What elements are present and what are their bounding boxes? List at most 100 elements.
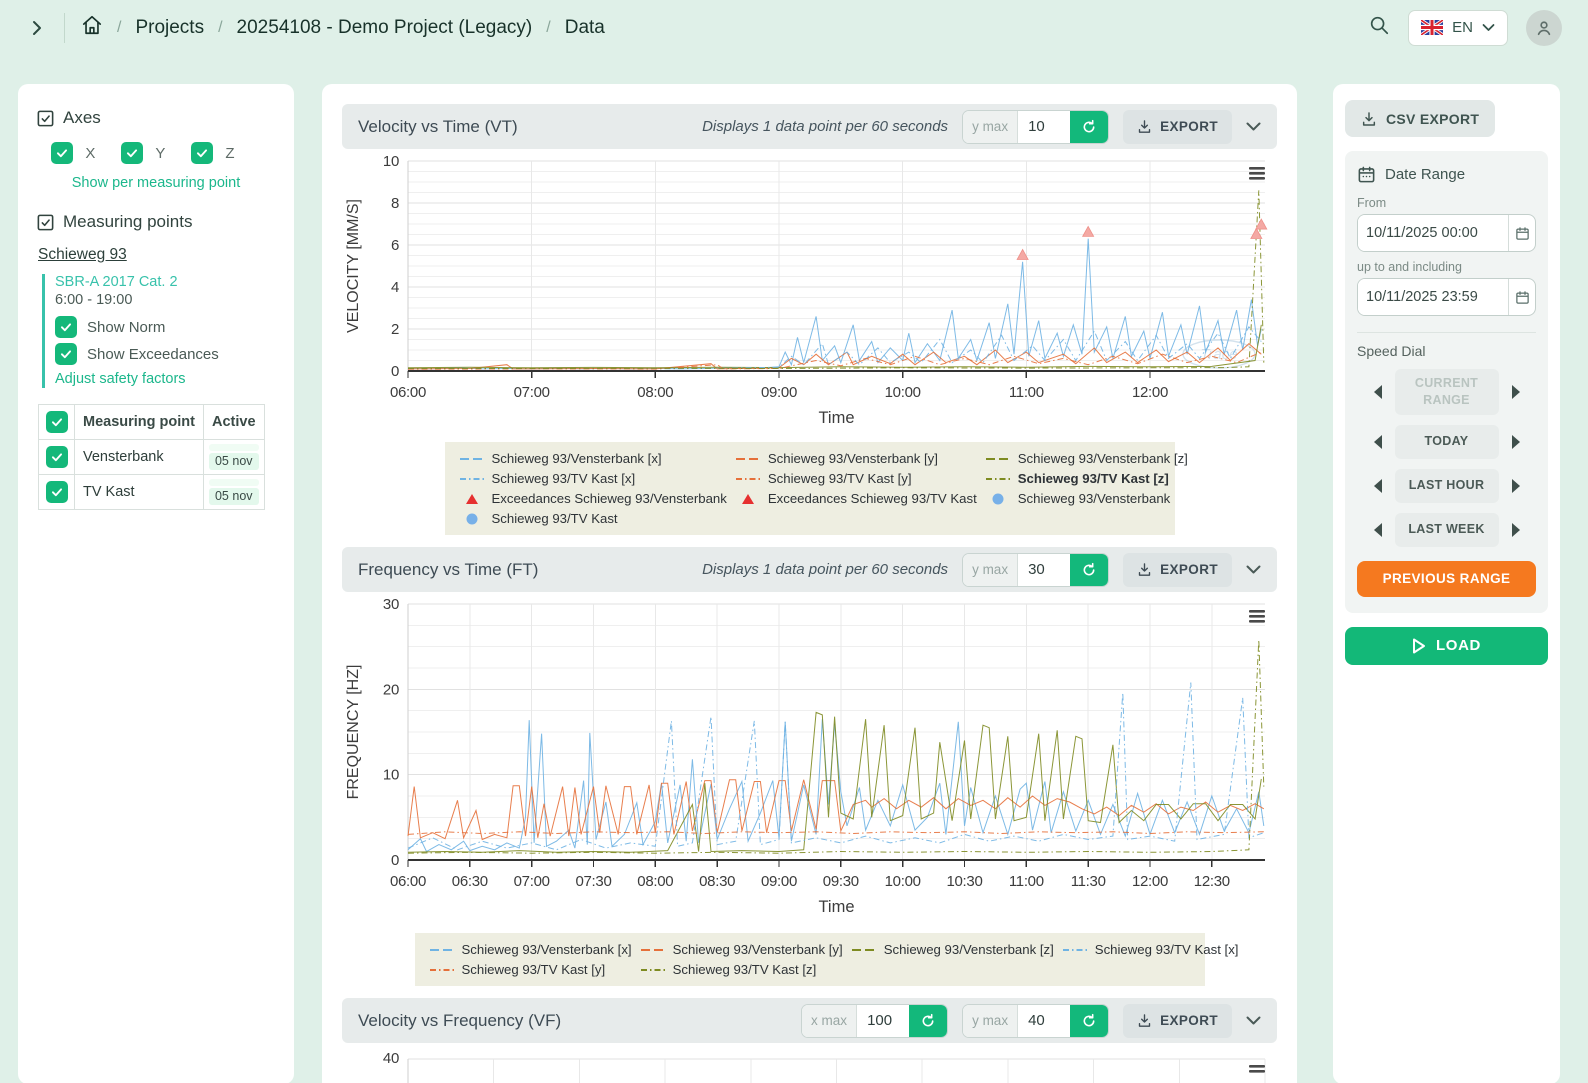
- csv-export-button[interactable]: CSV EXPORT: [1345, 100, 1496, 137]
- measuring-group-name[interactable]: Schieweg 93: [38, 246, 276, 264]
- vf-export-button[interactable]: EXPORT: [1123, 1003, 1232, 1038]
- series-line[interactable]: [407, 326, 1262, 370]
- speed-dial-next-arrow[interactable]: [1511, 384, 1520, 399]
- x-tick-label: 09:00: [761, 384, 797, 401]
- y-tick-label: 10: [383, 767, 399, 784]
- speed-dial-next-arrow[interactable]: [1511, 478, 1520, 493]
- legend-item[interactable]: Schieweg 93/TV Kast [z]: [985, 471, 1188, 486]
- vf-xmax-refresh-button[interactable]: [909, 1004, 948, 1037]
- legend-item[interactable]: Schieweg 93/Vensterbank: [985, 491, 1188, 506]
- from-datetime-input[interactable]: [1358, 215, 1509, 251]
- y-tick-label: 40: [383, 1050, 399, 1067]
- speed-dial-button-last-hour[interactable]: LAST HOUR: [1394, 468, 1499, 503]
- x-tick-label: 12:00: [1132, 384, 1168, 401]
- vf-ymax-input[interactable]: [1018, 1004, 1071, 1037]
- series-line[interactable]: [407, 238, 1262, 370]
- search-icon[interactable]: [1368, 14, 1390, 41]
- from-label: From: [1357, 196, 1387, 210]
- download-icon: [1362, 111, 1376, 126]
- measuring-point-name: TV Kast: [74, 474, 204, 510]
- speed-dial-prev-arrow[interactable]: [1373, 434, 1382, 449]
- vt-ymax-refresh-button[interactable]: [1070, 110, 1109, 143]
- vt-collapse-button[interactable]: [1246, 122, 1261, 132]
- active-cell[interactable]: 05 nov: [202, 439, 265, 475]
- x-tick-label: 12:30: [1194, 873, 1230, 890]
- legend-item[interactable]: Schieweg 93/Vensterbank [y]: [735, 451, 977, 466]
- legend-item[interactable]: Schieweg 93/Vensterbank [x]: [429, 942, 632, 957]
- ft-export-button[interactable]: EXPORT: [1123, 552, 1232, 587]
- ft-ymax-input[interactable]: [1018, 553, 1071, 586]
- breadcrumb-item-2[interactable]: 20254108 - Demo Project (Legacy): [237, 17, 533, 39]
- chart-context-menu-button[interactable]: [1249, 167, 1265, 180]
- row-checkbox[interactable]: [45, 481, 68, 503]
- legend-item[interactable]: Schieweg 93/Vensterbank [z]: [851, 942, 1054, 957]
- measuring-points-title: Measuring points: [63, 212, 193, 231]
- active-cell[interactable]: 05 nov: [202, 474, 265, 510]
- axis-checkbox-x[interactable]: [51, 142, 74, 164]
- exceedance-marker[interactable]: [1081, 225, 1095, 237]
- breadcrumb-item-3[interactable]: Data: [565, 17, 605, 39]
- vf-ymax-refresh-button[interactable]: [1070, 1004, 1109, 1037]
- speed-dial-prev-arrow[interactable]: [1373, 384, 1382, 399]
- to-datetime-input[interactable]: [1358, 279, 1509, 315]
- show-exceedances-label: Show Exceedances: [87, 345, 219, 363]
- x-tick-label: 06:00: [390, 384, 426, 401]
- breadcrumb-item-1[interactable]: Projects: [135, 17, 204, 39]
- vf-xmax-input[interactable]: [857, 1004, 910, 1037]
- speed-dial-prev-arrow[interactable]: [1373, 478, 1382, 493]
- speed-dial-button-today[interactable]: TODAY: [1394, 424, 1499, 459]
- ft-ymax-refresh-button[interactable]: [1070, 553, 1109, 586]
- legend-item[interactable]: Schieweg 93/TV Kast [y]: [429, 962, 632, 977]
- legend-item[interactable]: Schieweg 93/Vensterbank [x]: [459, 451, 727, 466]
- axes-section-header: Axes: [36, 108, 276, 128]
- sidebar-expand-button[interactable]: [24, 15, 50, 41]
- speed-dial-next-arrow[interactable]: [1511, 522, 1520, 537]
- language-selector[interactable]: EN: [1408, 9, 1508, 46]
- speed-dial-next-arrow[interactable]: [1511, 434, 1520, 449]
- row-checkbox[interactable]: [45, 446, 68, 468]
- series-line[interactable]: [408, 190, 1265, 370]
- speed-dial-button-last-week[interactable]: LAST WEEK: [1394, 512, 1499, 547]
- speed-dial-button-current-range[interactable]: CURRENT RANGE: [1394, 369, 1499, 415]
- legend-item[interactable]: Exceedances Schieweg 93/TV Kast: [735, 491, 977, 506]
- axis-checkbox-z[interactable]: [191, 142, 214, 164]
- select-all-checkbox[interactable]: [45, 411, 68, 433]
- previous-range-button[interactable]: PREVIOUS RANGE: [1357, 560, 1536, 597]
- speed-dial-prev-arrow[interactable]: [1373, 522, 1382, 537]
- breadcrumb-separator: /: [117, 18, 122, 36]
- vt-ymax-input[interactable]: [1018, 110, 1071, 143]
- series-line[interactable]: [407, 343, 1262, 370]
- show-norm-checkbox[interactable]: [55, 316, 77, 338]
- legend-item[interactable]: Schieweg 93/TV Kast: [459, 511, 727, 526]
- legend-marker-circle: [459, 512, 485, 526]
- series-line[interactable]: [407, 639, 1265, 854]
- legend-item[interactable]: Exceedances Schieweg 93/Vensterbank: [459, 491, 727, 506]
- legend-item[interactable]: Schieweg 93/TV Kast [x]: [459, 471, 727, 486]
- vf-collapse-button[interactable]: [1246, 1016, 1261, 1026]
- ft-collapse-button[interactable]: [1246, 565, 1261, 575]
- legend-marker-line: [640, 945, 666, 955]
- legend-item[interactable]: Schieweg 93/TV Kast [x]: [1062, 942, 1238, 957]
- adjust-safety-factors-link[interactable]: Adjust safety factors: [55, 371, 186, 387]
- show-per-measuring-point-link[interactable]: Show per measuring point: [72, 175, 240, 191]
- chart-context-menu-button[interactable]: [1249, 610, 1265, 623]
- load-button[interactable]: LOAD: [1345, 626, 1548, 665]
- to-calendar-button[interactable]: [1508, 279, 1535, 315]
- legend-item[interactable]: Schieweg 93/TV Kast [y]: [735, 471, 977, 486]
- legend-label: Schieweg 93/Vensterbank [z]: [1017, 451, 1188, 466]
- from-calendar-button[interactable]: [1508, 215, 1535, 251]
- series-line[interactable]: [407, 831, 1264, 835]
- vt-panel-header: Velocity vs Time (VT) Displays 1 data po…: [342, 104, 1277, 149]
- chart-context-menu-button[interactable]: [1249, 1065, 1265, 1073]
- top-bar: / Projects / 20254108 - Demo Project (Legac…: [0, 0, 1588, 55]
- vt-export-button[interactable]: EXPORT: [1123, 109, 1232, 144]
- show-exceedances-checkbox[interactable]: [55, 343, 77, 365]
- home-icon[interactable]: [81, 14, 103, 42]
- user-avatar[interactable]: [1526, 9, 1562, 46]
- legend-item[interactable]: Schieweg 93/TV Kast [z]: [640, 962, 843, 977]
- legend-item[interactable]: Schieweg 93/Vensterbank [z]: [985, 451, 1188, 466]
- uk-flag-icon: [1421, 20, 1444, 35]
- axis-checkbox-y[interactable]: [121, 142, 144, 164]
- speed-dial-title: Speed Dial: [1357, 343, 1426, 359]
- legend-item[interactable]: Schieweg 93/Vensterbank [y]: [640, 942, 843, 957]
